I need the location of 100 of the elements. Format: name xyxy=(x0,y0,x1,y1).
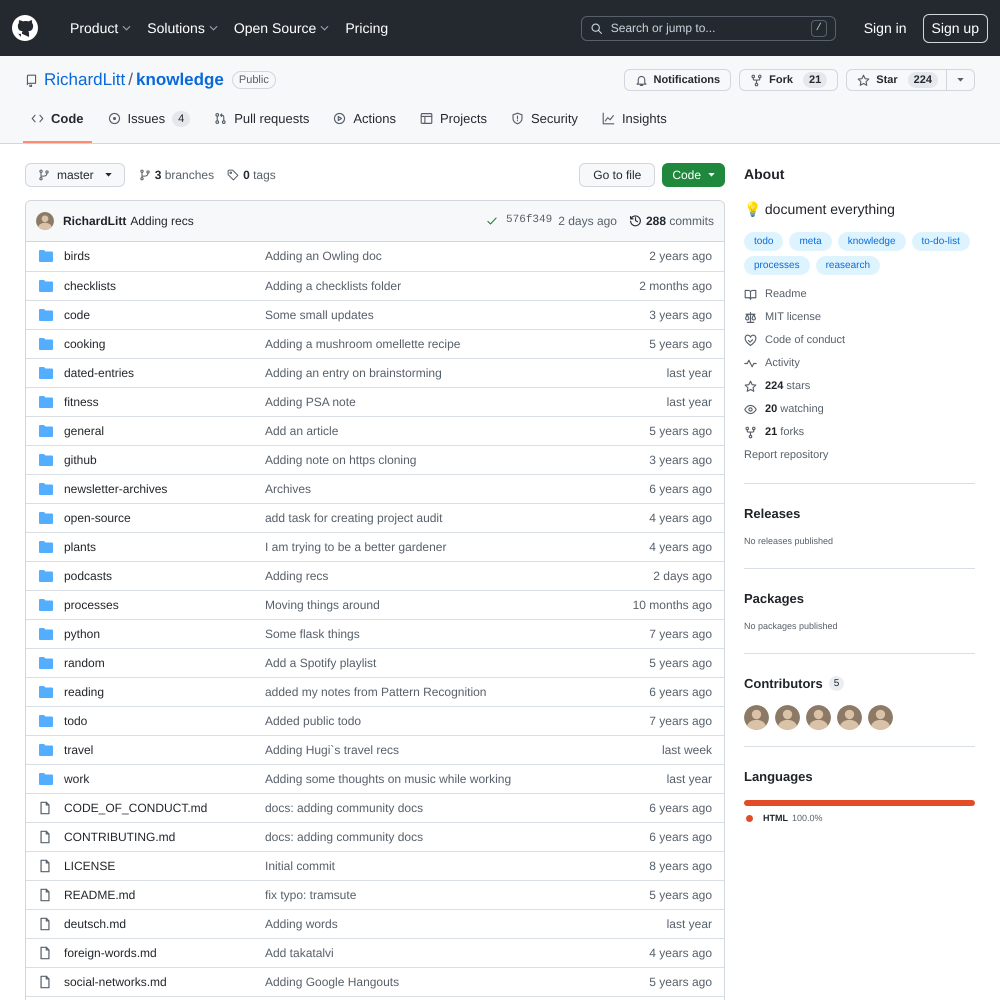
commit-message-link[interactable]: Add takatalvi xyxy=(265,946,334,960)
commit-message-link[interactable]: Adding recs xyxy=(265,568,328,582)
commit-message-link[interactable]: Adding some thoughts on music while working xyxy=(265,772,512,786)
go-to-file-button[interactable]: Go to file xyxy=(579,162,656,186)
folder-link[interactable]: fitness xyxy=(64,394,99,408)
avatar[interactable] xyxy=(775,705,800,730)
repo-tab[interactable]: Pull requests xyxy=(206,105,318,142)
commit-message-link[interactable]: Adding an Owling doc xyxy=(265,249,382,263)
file-link[interactable]: foreign-words.md xyxy=(64,946,157,960)
commit-message-link[interactable]: Adding a mushroom omellette recipe xyxy=(265,336,460,350)
folder-link[interactable]: todo xyxy=(64,714,88,728)
file-link[interactable]: deutsch.md xyxy=(64,916,126,930)
topic-tag[interactable]: meta xyxy=(789,232,832,250)
about-link[interactable]: Activity xyxy=(744,354,975,372)
commit-message-link[interactable]: fix typo: tramsute xyxy=(265,888,356,902)
about-link[interactable]: 21 forks xyxy=(744,424,975,440)
about-link[interactable]: Readme xyxy=(744,286,975,302)
nav-link[interactable]: Product xyxy=(70,18,132,38)
folder-link[interactable]: plants xyxy=(64,540,96,554)
language-item[interactable]: HTML 100.0% xyxy=(744,812,823,825)
file-link[interactable]: CONTRIBUTING.md xyxy=(64,830,176,844)
report-link[interactable]: Report repository xyxy=(744,446,975,464)
about-link[interactable]: MIT license xyxy=(744,308,975,326)
folder-link[interactable]: general xyxy=(64,424,104,438)
fork-button[interactable]: Fork 21 xyxy=(739,69,838,91)
commit-message-link[interactable]: Moving things around xyxy=(265,598,380,612)
commit-message-link[interactable]: Some flask things xyxy=(265,626,360,640)
folder-link[interactable]: newsletter-archives xyxy=(64,482,168,496)
code-button[interactable]: Code xyxy=(662,162,725,186)
sign-in-link[interactable]: Sign in xyxy=(864,18,907,38)
nav-link[interactable]: Pricing xyxy=(345,18,388,38)
star-dropdown-button[interactable] xyxy=(947,69,975,91)
about-link[interactable]: Code of conduct xyxy=(744,332,975,348)
repo-tab[interactable]: Insights xyxy=(594,105,675,142)
sign-up-button[interactable]: Sign up xyxy=(922,14,988,42)
folder-link[interactable]: dated-entries xyxy=(64,366,134,380)
commit-sha-link[interactable]: 576f349 xyxy=(506,212,552,229)
commit-message-link[interactable]: Add an article xyxy=(265,424,338,438)
topic-tag[interactable]: reasearch xyxy=(816,256,880,274)
commit-message-link[interactable]: Adding an entry on brainstorming xyxy=(265,366,442,380)
folder-link[interactable]: code xyxy=(64,308,90,322)
file-link[interactable]: LICENSE xyxy=(64,858,116,872)
search-field[interactable]: Search or jump to... / xyxy=(580,16,836,40)
commit-message-link[interactable]: Adding note on https cloning xyxy=(265,452,416,466)
folder-link[interactable]: travel xyxy=(64,742,94,756)
folder-link[interactable]: work xyxy=(64,772,90,786)
folder-link[interactable]: github xyxy=(64,452,97,466)
topic-tag[interactable]: to-do-list xyxy=(912,232,970,250)
repo-tab[interactable]: Code xyxy=(23,105,92,142)
bell-button[interactable]: Notifications xyxy=(624,69,732,91)
branches-link[interactable]: 3 branches xyxy=(138,166,214,184)
repo-tab[interactable]: Actions xyxy=(325,105,404,142)
folder-link[interactable]: python xyxy=(64,626,100,640)
repo-tab[interactable]: Issues 4 xyxy=(100,105,198,142)
commit-message-link[interactable]: Adding Hugi`s travel recs xyxy=(265,742,400,756)
commit-message-link[interactable]: Add a Spotify playlist xyxy=(265,656,376,670)
folder-link[interactable]: reading xyxy=(64,684,104,698)
tags-link[interactable]: 0 tags xyxy=(227,166,276,184)
repo-name-link[interactable]: knowledge xyxy=(136,67,224,93)
commit-message-link[interactable]: Adding PSA note xyxy=(265,394,356,408)
commit-message-link[interactable]: docs: adding community docs xyxy=(265,830,424,844)
commit-message-link[interactable]: Adding a checklists folder xyxy=(265,278,402,292)
avatar[interactable] xyxy=(806,705,831,730)
commit-message-link[interactable]: Adding recs xyxy=(130,212,194,230)
owner-link[interactable]: RichardLitt xyxy=(44,67,126,93)
folder-link[interactable]: birds xyxy=(64,249,90,263)
topic-tag[interactable]: processes xyxy=(744,256,810,274)
about-link[interactable]: 224 stars xyxy=(744,378,975,394)
folder-link[interactable]: podcasts xyxy=(64,568,112,582)
avatar[interactable] xyxy=(36,212,54,230)
branch-button[interactable]: master xyxy=(25,162,125,186)
file-link[interactable]: CODE_OF_CONDUCT.md xyxy=(64,800,208,814)
commit-message-link[interactable]: add task for creating project audit xyxy=(265,510,442,524)
folder-link[interactable]: cooking xyxy=(64,336,106,350)
commit-message-link[interactable]: Adding Google Hangouts xyxy=(265,974,400,988)
commit-message-link[interactable]: added my notes from Pattern Recognition xyxy=(265,684,486,698)
commit-message-link[interactable]: Some small updates xyxy=(265,308,374,322)
file-link[interactable]: README.md xyxy=(64,888,136,902)
commit-message-link[interactable]: I am trying to be a better gardener xyxy=(265,540,446,554)
commit-message-link[interactable]: Added public todo xyxy=(265,714,362,728)
avatar[interactable] xyxy=(868,705,893,730)
commit-message-link[interactable]: docs: adding community docs xyxy=(265,800,424,814)
folder-link[interactable]: checklists xyxy=(64,278,116,292)
file-link[interactable]: social-networks.md xyxy=(64,974,167,988)
folder-link[interactable]: random xyxy=(64,656,105,670)
commit-author-link[interactable]: RichardLitt xyxy=(63,212,126,230)
nav-link[interactable]: Open Source xyxy=(234,18,330,38)
logo-icon[interactable] xyxy=(12,15,38,41)
nav-link[interactable]: Solutions xyxy=(147,18,218,38)
folder-link[interactable]: processes xyxy=(64,598,119,612)
commits-link[interactable]: 288 commits xyxy=(628,212,714,230)
commit-message-link[interactable]: Archives xyxy=(265,482,312,496)
avatar[interactable] xyxy=(744,705,769,730)
about-link[interactable]: 20 watching xyxy=(744,400,975,418)
star-button[interactable]: Star 224 xyxy=(846,69,947,91)
commit-message-link[interactable]: Adding words xyxy=(265,916,338,930)
topic-tag[interactable]: knowledge xyxy=(838,232,906,250)
commit-message-link[interactable]: Initial commit xyxy=(265,858,336,872)
avatar[interactable] xyxy=(837,705,862,730)
folder-link[interactable]: open-source xyxy=(64,510,131,524)
